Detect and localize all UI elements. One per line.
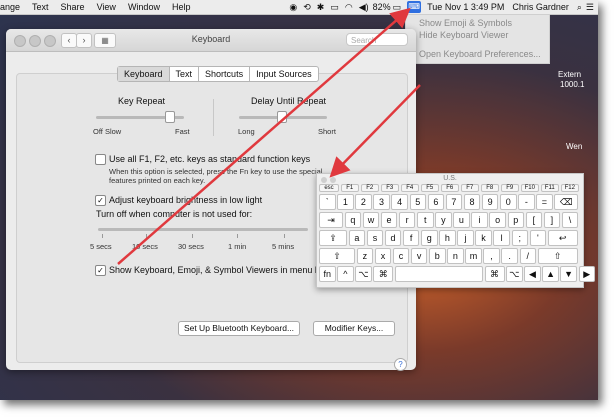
annotation-arrows	[117, 7, 421, 265]
screenshot-frame: ange Text Share View Window Help ◉ ⟲ ✱ ▭…	[0, 0, 598, 400]
arrow-to-menu-icon	[117, 7, 411, 265]
arrow-to-keyboard-viewer	[329, 84, 421, 178]
